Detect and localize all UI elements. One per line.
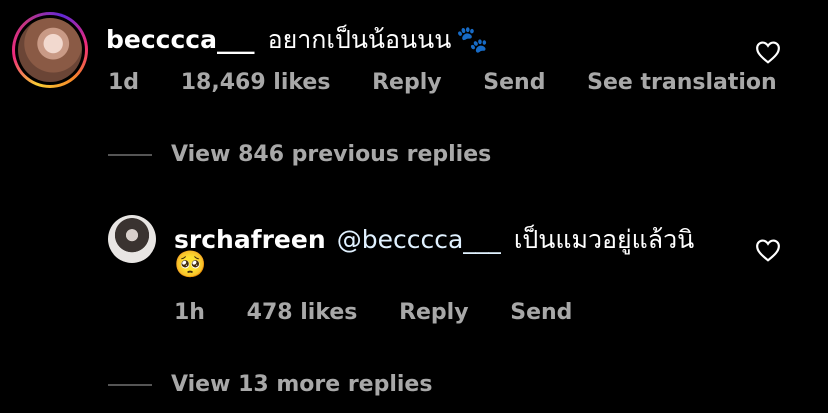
pleading-face-emoji: 🥺 (174, 250, 207, 280)
reply-mention[interactable]: @becccca___ (337, 225, 501, 254)
comment-text: อยากเป็นน้อนนน (267, 25, 452, 54)
divider-line (108, 154, 152, 156)
avatar-story-ring[interactable] (12, 12, 88, 88)
view-previous-replies-button[interactable]: View 846 previous replies (171, 142, 491, 167)
reply-button[interactable]: Reply (372, 70, 442, 95)
reply-body: srchafreen @becccca___ เป็นแมวอยู่แล้วนิ (174, 220, 694, 260)
avatar[interactable] (18, 18, 82, 82)
view-more-replies-button[interactable]: View 13 more replies (171, 372, 432, 397)
reply-text: เป็นแมวอยู่แล้วนิ (513, 225, 695, 254)
reply-likes[interactable]: 478 likes (247, 300, 358, 325)
divider-line-2 (108, 384, 152, 386)
reply-like-heart-icon[interactable] (755, 238, 781, 262)
comment-time: 1d (108, 70, 140, 95)
like-heart-icon[interactable] (755, 40, 781, 64)
comment-body: becccca___ อยากเป็นน้อนนน 🐾 (106, 20, 489, 60)
comment-meta: 1d 18,469 likes Reply Send See translati… (108, 70, 811, 95)
see-translation-button[interactable]: See translation (587, 70, 777, 95)
send-button[interactable]: Send (483, 70, 545, 95)
reply-time: 1h (174, 300, 205, 325)
comment-likes[interactable]: 18,469 likes (181, 70, 331, 95)
comment-username[interactable]: becccca___ (106, 25, 255, 54)
avatar-gap (15, 15, 85, 85)
paw-prints-emoji: 🐾 (456, 25, 489, 55)
reply-send-button[interactable]: Send (510, 300, 572, 325)
reply-meta: 1h 478 likes Reply Send (174, 300, 606, 325)
reply-reply-button[interactable]: Reply (399, 300, 469, 325)
reply-avatar[interactable] (108, 215, 156, 263)
